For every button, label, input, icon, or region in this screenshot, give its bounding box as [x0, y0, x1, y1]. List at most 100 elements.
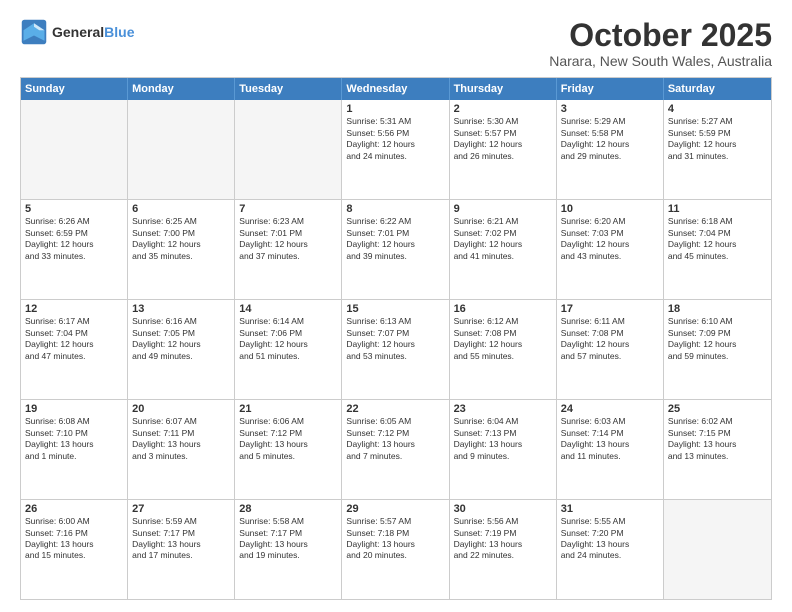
day-number: 25 [668, 403, 767, 415]
calendar-row: 26Sunrise: 6:00 AMSunset: 7:16 PMDayligh… [21, 500, 771, 599]
calendar-row: 19Sunrise: 6:08 AMSunset: 7:10 PMDayligh… [21, 400, 771, 500]
cell-text: Sunrise: 6:02 AMSunset: 7:15 PMDaylight:… [668, 416, 767, 462]
day-number: 14 [239, 303, 337, 315]
cell-text: Sunrise: 6:14 AMSunset: 7:06 PMDaylight:… [239, 316, 337, 362]
calendar-cell: 22Sunrise: 6:05 AMSunset: 7:12 PMDayligh… [342, 400, 449, 499]
logo-icon [20, 18, 48, 46]
calendar-cell: 21Sunrise: 6:06 AMSunset: 7:12 PMDayligh… [235, 400, 342, 499]
weekday-header: Friday [557, 78, 664, 100]
calendar-cell: 1Sunrise: 5:31 AMSunset: 5:56 PMDaylight… [342, 100, 449, 199]
weekday-header: Tuesday [235, 78, 342, 100]
cell-text: Sunrise: 6:25 AMSunset: 7:00 PMDaylight:… [132, 216, 230, 262]
day-number: 5 [25, 203, 123, 215]
calendar-cell: 25Sunrise: 6:02 AMSunset: 7:15 PMDayligh… [664, 400, 771, 499]
day-number: 16 [454, 303, 552, 315]
day-number: 29 [346, 503, 444, 515]
calendar-cell: 28Sunrise: 5:58 AMSunset: 7:17 PMDayligh… [235, 500, 342, 599]
day-number: 21 [239, 403, 337, 415]
logo-blue: Blue [104, 24, 134, 40]
cell-text: Sunrise: 6:07 AMSunset: 7:11 PMDaylight:… [132, 416, 230, 462]
title-block: October 2025 Narara, New South Wales, Au… [549, 18, 772, 69]
cell-text: Sunrise: 5:55 AMSunset: 7:20 PMDaylight:… [561, 516, 659, 562]
cell-text: Sunrise: 5:31 AMSunset: 5:56 PMDaylight:… [346, 116, 444, 162]
weekday-header: Saturday [664, 78, 771, 100]
calendar-cell: 14Sunrise: 6:14 AMSunset: 7:06 PMDayligh… [235, 300, 342, 399]
calendar-cell: 9Sunrise: 6:21 AMSunset: 7:02 PMDaylight… [450, 200, 557, 299]
calendar-cell: 8Sunrise: 6:22 AMSunset: 7:01 PMDaylight… [342, 200, 449, 299]
cell-text: Sunrise: 6:08 AMSunset: 7:10 PMDaylight:… [25, 416, 123, 462]
day-number: 3 [561, 103, 659, 115]
weekday-header: Thursday [450, 78, 557, 100]
cell-text: Sunrise: 6:13 AMSunset: 7:07 PMDaylight:… [346, 316, 444, 362]
calendar-cell: 27Sunrise: 5:59 AMSunset: 7:17 PMDayligh… [128, 500, 235, 599]
calendar-cell: 20Sunrise: 6:07 AMSunset: 7:11 PMDayligh… [128, 400, 235, 499]
calendar-cell: 15Sunrise: 6:13 AMSunset: 7:07 PMDayligh… [342, 300, 449, 399]
day-number: 2 [454, 103, 552, 115]
cell-text: Sunrise: 6:00 AMSunset: 7:16 PMDaylight:… [25, 516, 123, 562]
calendar-cell: 5Sunrise: 6:26 AMSunset: 6:59 PMDaylight… [21, 200, 128, 299]
cell-text: Sunrise: 5:59 AMSunset: 7:17 PMDaylight:… [132, 516, 230, 562]
day-number: 11 [668, 203, 767, 215]
logo: GeneralBlue [20, 18, 134, 46]
cell-text: Sunrise: 5:30 AMSunset: 5:57 PMDaylight:… [454, 116, 552, 162]
calendar-cell [128, 100, 235, 199]
calendar-cell: 13Sunrise: 6:16 AMSunset: 7:05 PMDayligh… [128, 300, 235, 399]
cell-text: Sunrise: 6:03 AMSunset: 7:14 PMDaylight:… [561, 416, 659, 462]
day-number: 30 [454, 503, 552, 515]
cell-text: Sunrise: 6:23 AMSunset: 7:01 PMDaylight:… [239, 216, 337, 262]
cell-text: Sunrise: 6:20 AMSunset: 7:03 PMDaylight:… [561, 216, 659, 262]
day-number: 6 [132, 203, 230, 215]
day-number: 26 [25, 503, 123, 515]
calendar-row: 12Sunrise: 6:17 AMSunset: 7:04 PMDayligh… [21, 300, 771, 400]
day-number: 15 [346, 303, 444, 315]
cell-text: Sunrise: 5:56 AMSunset: 7:19 PMDaylight:… [454, 516, 552, 562]
day-number: 24 [561, 403, 659, 415]
cell-text: Sunrise: 5:27 AMSunset: 5:59 PMDaylight:… [668, 116, 767, 162]
calendar-cell: 19Sunrise: 6:08 AMSunset: 7:10 PMDayligh… [21, 400, 128, 499]
header: GeneralBlue October 2025 Narara, New Sou… [20, 18, 772, 69]
day-number: 19 [25, 403, 123, 415]
calendar-cell: 17Sunrise: 6:11 AMSunset: 7:08 PMDayligh… [557, 300, 664, 399]
logo-general: General [52, 24, 104, 40]
location-title: Narara, New South Wales, Australia [549, 53, 772, 69]
calendar-cell [235, 100, 342, 199]
calendar-cell: 31Sunrise: 5:55 AMSunset: 7:20 PMDayligh… [557, 500, 664, 599]
calendar-row: 1Sunrise: 5:31 AMSunset: 5:56 PMDaylight… [21, 100, 771, 200]
day-number: 9 [454, 203, 552, 215]
calendar-cell: 4Sunrise: 5:27 AMSunset: 5:59 PMDaylight… [664, 100, 771, 199]
calendar-page: GeneralBlue October 2025 Narara, New Sou… [0, 0, 792, 612]
day-number: 8 [346, 203, 444, 215]
weekday-header: Wednesday [342, 78, 449, 100]
day-number: 12 [25, 303, 123, 315]
calendar-cell: 30Sunrise: 5:56 AMSunset: 7:19 PMDayligh… [450, 500, 557, 599]
day-number: 7 [239, 203, 337, 215]
calendar-cell: 24Sunrise: 6:03 AMSunset: 7:14 PMDayligh… [557, 400, 664, 499]
calendar-cell [21, 100, 128, 199]
calendar-cell: 12Sunrise: 6:17 AMSunset: 7:04 PMDayligh… [21, 300, 128, 399]
day-number: 10 [561, 203, 659, 215]
day-number: 23 [454, 403, 552, 415]
day-number: 18 [668, 303, 767, 315]
calendar-cell: 29Sunrise: 5:57 AMSunset: 7:18 PMDayligh… [342, 500, 449, 599]
cell-text: Sunrise: 5:29 AMSunset: 5:58 PMDaylight:… [561, 116, 659, 162]
cell-text: Sunrise: 6:04 AMSunset: 7:13 PMDaylight:… [454, 416, 552, 462]
day-number: 27 [132, 503, 230, 515]
cell-text: Sunrise: 6:12 AMSunset: 7:08 PMDaylight:… [454, 316, 552, 362]
cell-text: Sunrise: 6:11 AMSunset: 7:08 PMDaylight:… [561, 316, 659, 362]
cell-text: Sunrise: 6:18 AMSunset: 7:04 PMDaylight:… [668, 216, 767, 262]
weekday-header: Sunday [21, 78, 128, 100]
cell-text: Sunrise: 6:21 AMSunset: 7:02 PMDaylight:… [454, 216, 552, 262]
calendar-cell: 6Sunrise: 6:25 AMSunset: 7:00 PMDaylight… [128, 200, 235, 299]
calendar-row: 5Sunrise: 6:26 AMSunset: 6:59 PMDaylight… [21, 200, 771, 300]
cell-text: Sunrise: 5:58 AMSunset: 7:17 PMDaylight:… [239, 516, 337, 562]
calendar-cell: 7Sunrise: 6:23 AMSunset: 7:01 PMDaylight… [235, 200, 342, 299]
calendar-cell: 3Sunrise: 5:29 AMSunset: 5:58 PMDaylight… [557, 100, 664, 199]
day-number: 31 [561, 503, 659, 515]
day-number: 28 [239, 503, 337, 515]
calendar-cell: 18Sunrise: 6:10 AMSunset: 7:09 PMDayligh… [664, 300, 771, 399]
cell-text: Sunrise: 6:05 AMSunset: 7:12 PMDaylight:… [346, 416, 444, 462]
calendar-cell: 10Sunrise: 6:20 AMSunset: 7:03 PMDayligh… [557, 200, 664, 299]
cell-text: Sunrise: 6:16 AMSunset: 7:05 PMDaylight:… [132, 316, 230, 362]
day-number: 4 [668, 103, 767, 115]
calendar-cell: 23Sunrise: 6:04 AMSunset: 7:13 PMDayligh… [450, 400, 557, 499]
